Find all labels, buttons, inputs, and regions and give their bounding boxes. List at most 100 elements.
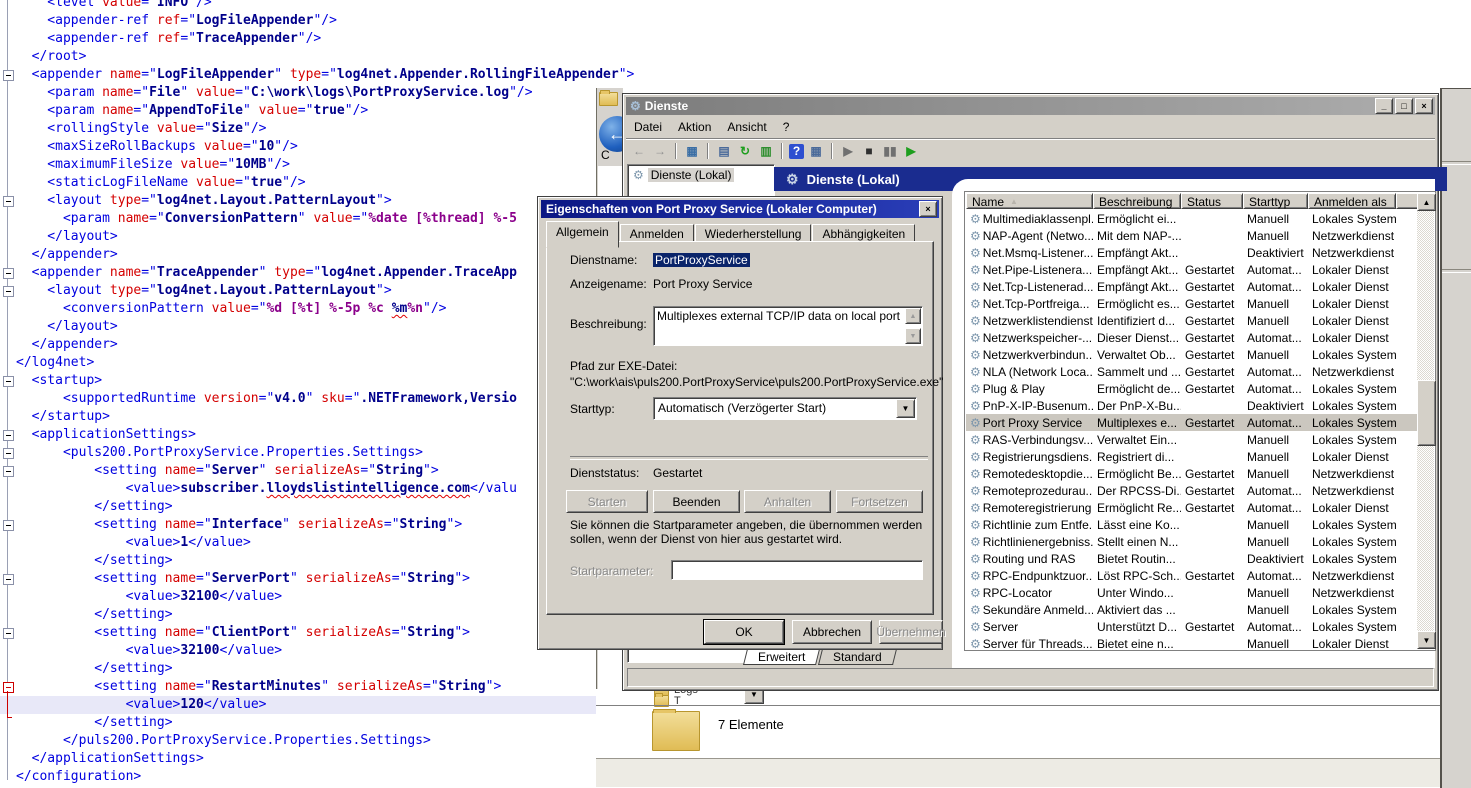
help-icon[interactable]: ? (789, 144, 804, 159)
forward-icon[interactable]: → (651, 142, 669, 160)
service-row[interactable]: ⚙Server für Threads...Bietet eine n...Ma… (966, 635, 1418, 649)
service-row[interactable]: ⚙ServerUnterstützt D...GestartetAutomat.… (966, 618, 1418, 635)
service-row[interactable]: ⚙Sekundäre Anmeld...Aktiviert das ...Man… (966, 601, 1418, 618)
fortsetzen-button[interactable]: Fortsetzen (836, 490, 923, 513)
column-header-starttyp[interactable]: Starttyp (1243, 193, 1308, 209)
code-line[interactable]: <level value="INFO"/> (0, 0, 1471, 12)
scroll-up-icon[interactable]: ▲ (905, 308, 921, 324)
service-row[interactable]: ⚙Remotedesktopdie...Ermöglicht Be...Gest… (966, 465, 1418, 482)
code-line[interactable]: <appender-ref ref="TraceAppender"/> (0, 30, 1471, 48)
stop-service-icon[interactable]: ■ (860, 142, 878, 160)
starttyp-select[interactable]: Automatisch (Verzögerter Start) ▼ (653, 397, 917, 420)
vertical-scrollbar[interactable]: ▲ ▼ (1417, 193, 1434, 649)
service-row[interactable]: ⚙Routing und RASBietet Routin...Deaktivi… (966, 550, 1418, 567)
service-name: ⚙Port Proxy Service (966, 416, 1093, 430)
code-fold-icon[interactable] (3, 682, 14, 693)
code-fold-icon[interactable] (3, 286, 14, 297)
start-service-icon[interactable]: ▶ (839, 142, 857, 160)
service-starttype: Manuell (1243, 535, 1308, 549)
starten-button[interactable]: Starten (566, 490, 648, 513)
chevron-down-icon[interactable]: ▼ (744, 689, 764, 704)
menu-item-datei[interactable]: Datei (626, 118, 670, 136)
menu-item-help[interactable]: ? (775, 118, 798, 136)
close-icon[interactable]: × (1415, 98, 1433, 114)
service-row[interactable]: ⚙Remoteprozedurau...Der RPCSS-Di...Gesta… (966, 482, 1418, 499)
code-fold-icon[interactable] (3, 430, 14, 441)
service-row[interactable]: ⚙RAS-Verbindungsv...Verwaltet Ein...Manu… (966, 431, 1418, 448)
close-icon[interactable]: × (919, 201, 937, 217)
code-fold-icon[interactable] (3, 448, 14, 459)
menu-item-ansicht[interactable]: Ansicht (719, 118, 774, 136)
service-row[interactable]: ⚙Netzwerkspeicher-...Dieser Dienst...Ges… (966, 329, 1418, 346)
service-row[interactable]: ⚙Net.Pipe-Listenera...Empfängt Akt...Ges… (966, 261, 1418, 278)
service-row[interactable]: ⚙Richtlinienergebniss...Stellt einen N..… (966, 533, 1418, 550)
column-header-filler[interactable] (1396, 193, 1419, 209)
startparameter-input[interactable] (671, 560, 923, 580)
service-row[interactable]: ⚙NetzwerklistendienstIdentifiziert d...G… (966, 312, 1418, 329)
service-row[interactable]: ⚙Net.Tcp-Portfreiga...Ermöglicht es...Ge… (966, 295, 1418, 312)
dienstname-value[interactable]: PortProxyService (653, 253, 750, 267)
service-row[interactable]: ⚙NAP-Agent (Netwo...Mit dem NAP-...Manue… (966, 227, 1418, 244)
scroll-down-icon[interactable]: ▼ (1417, 631, 1436, 649)
code-fold-icon[interactable] (3, 70, 14, 81)
column-header-status[interactable]: Status (1181, 193, 1243, 209)
code-fold-icon[interactable] (3, 196, 14, 207)
code-fold-icon[interactable] (3, 268, 14, 279)
service-row[interactable]: ⚙Net.Tcp-Listenerad...Empfängt Akt...Ges… (966, 278, 1418, 295)
code-line[interactable]: </root> (0, 48, 1471, 66)
code-fold-icon[interactable] (3, 628, 14, 639)
service-row[interactable]: ⚙Multimediaklassenpl...Ermöglicht ei...M… (966, 210, 1418, 227)
back-icon[interactable]: ← (599, 116, 623, 152)
code-line[interactable]: <appender name="LogFileAppender" type="l… (0, 66, 1471, 84)
services-titlebar[interactable]: ⚙ Dienste _□× (626, 97, 1435, 115)
service-gear-icon: ⚙ (970, 638, 981, 650)
beschreibung-textarea[interactable]: Multiplexes external TCP/IP data on loca… (653, 306, 923, 346)
service-row[interactable]: ⚙RPC-LocatorUnter Windo...ManuellNetzwer… (966, 584, 1418, 601)
tree-item-dienste-lokal[interactable]: ⚙ Dienste (Lokal) (628, 165, 774, 184)
code-fold-icon[interactable] (3, 574, 14, 585)
service-row[interactable]: ⚙Netzwerkverbindun...Verwaltet Ob...Gest… (966, 346, 1418, 363)
view-tab-erweitert[interactable]: Erweitert (743, 649, 820, 665)
restart-service-icon[interactable]: ▶ (902, 142, 920, 160)
code-fold-icon[interactable] (3, 376, 14, 387)
abbrechen-button[interactable]: Abbrechen (792, 620, 872, 644)
code-fold-gutter[interactable] (0, 0, 16, 787)
export-list-icon[interactable]: ▥ (757, 142, 775, 160)
service-name: ⚙Remoteregistrierung (966, 501, 1093, 515)
maximize-icon[interactable]: □ (1395, 98, 1413, 114)
code-fold-icon[interactable] (3, 520, 14, 531)
tab-allgemein[interactable]: Allgemein (546, 221, 619, 248)
properties-icon[interactable]: ▤ (715, 142, 733, 160)
service-row[interactable]: ⚙RPC-Endpunktzuor...Löst RPC-Sch...Gesta… (966, 567, 1418, 584)
menu-item-aktion[interactable]: Aktion (670, 118, 719, 136)
scrollbar-thumb[interactable] (1417, 380, 1436, 446)
back-icon[interactable]: ← (630, 142, 648, 160)
show-tree-icon[interactable]: ▦ (683, 142, 701, 160)
code-line[interactable]: <appender-ref ref="LogFileAppender"/> (0, 12, 1471, 30)
code-fold-icon[interactable] (3, 466, 14, 477)
service-row[interactable]: ⚙Plug & PlayErmöglicht de...GestartetAut… (966, 380, 1418, 397)
service-row[interactable]: ⚙NLA (Network Loca...Sammelt und ...Gest… (966, 363, 1418, 380)
view-tab-standard[interactable]: Standard (818, 649, 897, 665)
dienststatus-value: Gestartet (653, 466, 702, 480)
scroll-up-icon[interactable]: ▲ (1417, 193, 1436, 211)
service-row[interactable]: ⚙PnP-X-IP-Busenum...Der PnP-X-Bu...Deakt… (966, 397, 1418, 414)
dialog-titlebar[interactable]: Eigenschaften von Port Proxy Service (Lo… (541, 200, 939, 218)
minimize-icon[interactable]: _ (1375, 98, 1393, 114)
anhalten-button[interactable]: Anhalten (744, 490, 831, 513)
pause-service-icon[interactable]: ▮▮ (881, 142, 899, 160)
uebernehmen-button[interactable]: Übernehmen (879, 620, 943, 644)
scroll-down-icon[interactable]: ▼ (905, 328, 921, 344)
service-row[interactable]: ⚙RemoteregistrierungErmöglicht Re...Gest… (966, 499, 1418, 516)
service-row[interactable]: ⚙Registrierungsdiens...Registriert di...… (966, 448, 1418, 465)
window-list-icon[interactable]: ▦ (807, 142, 825, 160)
column-header-anmelden-als[interactable]: Anmelden als (1308, 193, 1396, 209)
beenden-button[interactable]: Beenden (653, 490, 740, 513)
service-row[interactable]: ⚙Net.Msmq-Listener...Empfängt Akt...Deak… (966, 244, 1418, 261)
service-row[interactable]: ⚙Richtlinie zum Entfe...Lässt eine Ko...… (966, 516, 1418, 533)
service-row[interactable]: ⚙Port Proxy ServiceMultiplexes e...Gesta… (966, 414, 1418, 431)
column-header-name[interactable]: Name▲ (966, 193, 1093, 209)
column-header-beschreibung[interactable]: Beschreibung (1093, 193, 1181, 209)
refresh-icon[interactable]: ↻ (736, 142, 754, 160)
ok-button[interactable]: OK (704, 620, 784, 644)
